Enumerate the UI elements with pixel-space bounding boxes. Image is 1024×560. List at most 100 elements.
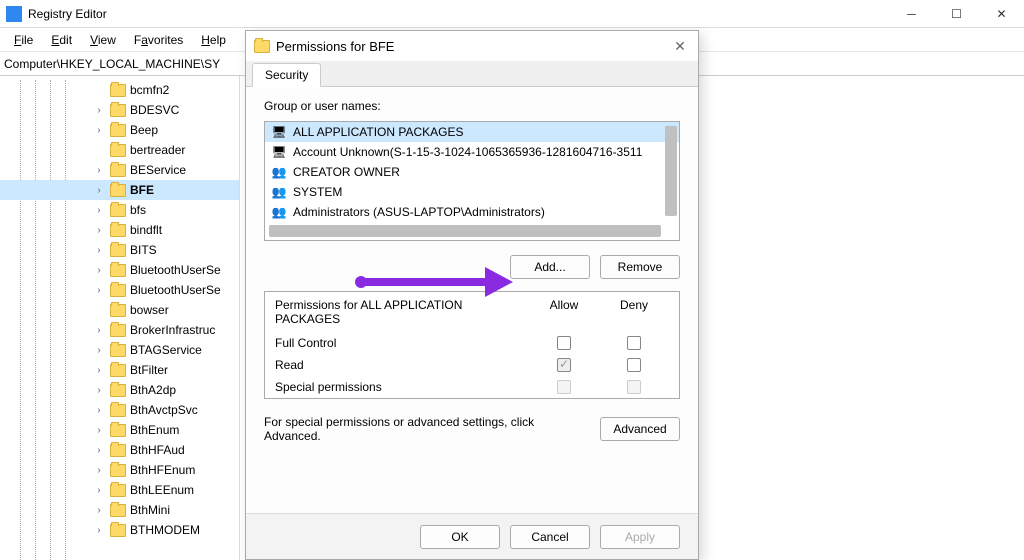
folder-icon	[110, 224, 126, 237]
allow-checkbox[interactable]	[557, 336, 571, 350]
expand-icon[interactable]: ›	[94, 385, 104, 396]
user-item[interactable]: 🖥ALL APPLICATION PACKAGES	[265, 122, 679, 142]
user-label: Account Unknown(S-1-15-3-1024-1065365936…	[293, 145, 642, 159]
tree-pane[interactable]: bcmfn2›BDESVC›Beepbertreader›BEService›B…	[0, 76, 240, 560]
tree-item[interactable]: bertreader	[0, 140, 239, 160]
expand-icon[interactable]: ›	[94, 125, 104, 136]
tree-label: BEService	[130, 163, 186, 177]
permission-row: Special permissions	[265, 376, 679, 398]
folder-icon	[110, 504, 126, 517]
tree-item[interactable]: ›BthEnum	[0, 420, 239, 440]
tree-item[interactable]: ›BthHFAud	[0, 440, 239, 460]
expand-icon[interactable]: ›	[94, 225, 104, 236]
folder-icon	[110, 264, 126, 277]
expand-icon[interactable]: ›	[94, 245, 104, 256]
user-item[interactable]: 👥Administrators (ASUS-LAPTOP\Administrat…	[265, 202, 679, 222]
tree-label: BITS	[130, 243, 157, 257]
menu-file[interactable]: File	[6, 30, 41, 50]
deny-checkbox[interactable]	[627, 336, 641, 350]
folder-icon	[110, 104, 126, 117]
expand-icon[interactable]: ›	[94, 325, 104, 336]
tree-item[interactable]: › BthAvctpSvc	[0, 400, 239, 420]
expand-icon[interactable]: ›	[94, 525, 104, 536]
expand-icon[interactable]: ›	[94, 485, 104, 496]
allow-checkbox[interactable]	[557, 358, 571, 372]
tree-label: bindflt	[130, 223, 162, 237]
folder-icon	[110, 484, 126, 497]
tree-item[interactable]: ›BthHFEnum	[0, 460, 239, 480]
dialog-close-button[interactable]: ✕	[670, 36, 690, 56]
tree-item[interactable]: ›BFE	[0, 180, 239, 200]
menu-view[interactable]: View	[82, 30, 124, 50]
tree-item[interactable]: › BDESVC	[0, 100, 239, 120]
menu-edit[interactable]: Edit	[43, 30, 80, 50]
deny-checkbox[interactable]	[627, 358, 641, 372]
expand-icon[interactable]: ›	[94, 265, 104, 276]
tree-label: BluetoothUserSe	[130, 283, 221, 297]
tree-label: BthAvctpSvc	[130, 403, 198, 417]
tree-item[interactable]: › bfs	[0, 200, 239, 220]
cancel-button[interactable]: Cancel	[510, 525, 590, 549]
advanced-text: For special permissions or advanced sett…	[264, 415, 590, 443]
folder-icon	[110, 144, 126, 157]
tree-item[interactable]: › BluetoothUserSe	[0, 260, 239, 280]
scrollbar-thumb[interactable]	[665, 126, 677, 216]
expand-icon[interactable]: ›	[94, 445, 104, 456]
menu-favorites[interactable]: Favorites	[126, 30, 191, 50]
expand-icon[interactable]: ›	[94, 345, 104, 356]
tree-label: BDESVC	[130, 103, 179, 117]
tree-label: BthLEEnum	[130, 483, 194, 497]
user-label: ALL APPLICATION PACKAGES	[293, 125, 464, 139]
expand-icon[interactable]: ›	[94, 465, 104, 476]
add-button[interactable]: Add...	[510, 255, 590, 279]
tree-item[interactable]: › BEService	[0, 160, 239, 180]
expand-icon[interactable]: ›	[94, 365, 104, 376]
menu-help[interactable]: Help	[193, 30, 234, 50]
expand-icon[interactable]: ›	[94, 285, 104, 296]
tree-item[interactable]: › bindflt	[0, 220, 239, 240]
apply-button[interactable]: Apply	[600, 525, 680, 549]
tree-item[interactable]: › BITS	[0, 240, 239, 260]
minimize-button[interactable]: ─	[889, 0, 934, 28]
horizontal-scrollbar[interactable]	[269, 225, 661, 237]
tree-label: bfs	[130, 203, 146, 217]
expand-icon[interactable]: ›	[94, 185, 104, 196]
tree-item[interactable]: ›BthMini	[0, 500, 239, 520]
remove-button[interactable]: Remove	[600, 255, 680, 279]
user-icon: 👥	[271, 185, 287, 199]
tree-label: BTHMODEM	[130, 523, 200, 537]
tree-item[interactable]: bowser	[0, 300, 239, 320]
tree-item[interactable]: ›Beep	[0, 120, 239, 140]
folder-icon	[254, 40, 270, 53]
advanced-button[interactable]: Advanced	[600, 417, 680, 441]
tree-label: BluetoothUserSe	[130, 263, 221, 277]
tree-item[interactable]: ›BrokerInfrastruc	[0, 320, 239, 340]
expand-icon[interactable]: ›	[94, 205, 104, 216]
ok-button[interactable]: OK	[420, 525, 500, 549]
tree-label: bertreader	[130, 143, 185, 157]
folder-icon	[110, 384, 126, 397]
tab-security[interactable]: Security	[252, 63, 321, 87]
expand-icon[interactable]: ›	[94, 405, 104, 416]
allow-checkbox[interactable]	[557, 380, 571, 394]
tree-item[interactable]: › BTHMODEM	[0, 520, 239, 540]
deny-checkbox[interactable]	[627, 380, 641, 394]
tree-item[interactable]: ›BthA2dp	[0, 380, 239, 400]
user-item[interactable]: 🖥Account Unknown(S-1-15-3-1024-106536593…	[265, 142, 679, 162]
user-item[interactable]: 👥SYSTEM	[265, 182, 679, 202]
user-item[interactable]: 👥CREATOR OWNER	[265, 162, 679, 182]
users-listbox[interactable]: 🖥ALL APPLICATION PACKAGES🖥Account Unknow…	[264, 121, 680, 241]
tree-item[interactable]: bcmfn2	[0, 80, 239, 100]
tree-item[interactable]: ›BTAGService	[0, 340, 239, 360]
tree-item[interactable]: › BthLEEnum	[0, 480, 239, 500]
expand-icon[interactable]: ›	[94, 505, 104, 516]
maximize-button[interactable]: ☐	[934, 0, 979, 28]
tree-item[interactable]: › BluetoothUserSe	[0, 280, 239, 300]
expand-icon[interactable]: ›	[94, 105, 104, 116]
window-title: Registry Editor	[28, 7, 107, 21]
expand-icon[interactable]: ›	[94, 165, 104, 176]
close-button[interactable]: ✕	[979, 0, 1024, 28]
tree-item[interactable]: ›BtFilter	[0, 360, 239, 380]
tree-label: bcmfn2	[130, 83, 169, 97]
expand-icon[interactable]: ›	[94, 425, 104, 436]
